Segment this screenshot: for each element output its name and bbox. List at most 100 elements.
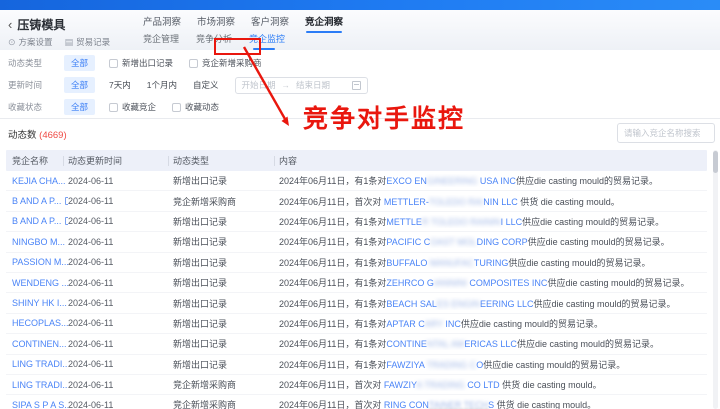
- search-input[interactable]: [617, 123, 715, 143]
- company-name-cell: LING TRADI...: [6, 380, 68, 390]
- table-row: LING TRADI... 2024-06-11 竞企新增采购商 2024年06…: [6, 375, 707, 396]
- option-7-days[interactable]: 7天内: [109, 79, 131, 91]
- company-name-link[interactable]: LING TRADI...: [12, 359, 68, 369]
- filter-all-pill[interactable]: 全部: [64, 77, 96, 93]
- option-custom[interactable]: 自定义: [193, 79, 219, 91]
- copy-icon[interactable]: [65, 196, 68, 206]
- checkbox-label: 竞企新增采购商: [202, 58, 262, 68]
- content-company-link[interactable]: I LLC: [501, 217, 523, 227]
- checkbox-new-export-record[interactable]: 新增出口记录: [109, 57, 173, 69]
- company-name-link[interactable]: LING TRADI...: [12, 380, 68, 390]
- start-date-placeholder[interactable]: 开始日期: [242, 79, 276, 91]
- content-company-redacted: R TOLEDO RAININ: [421, 216, 501, 227]
- content-company-link[interactable]: NIN LLC: [483, 197, 518, 207]
- content-company-link[interactable]: COMPOSITES INC: [469, 278, 547, 288]
- content-company-link[interactable]: RING CON: [384, 400, 429, 409]
- content-company-link[interactable]: METTLER-: [384, 197, 429, 207]
- company-name-link[interactable]: KEJIA CHA...: [12, 176, 66, 186]
- back-chevron-icon[interactable]: ‹: [8, 18, 12, 31]
- calendar-icon[interactable]: [351, 80, 361, 90]
- trade-records-button[interactable]: ▤ 贸易记录: [65, 36, 111, 48]
- tab-competitor-insight[interactable]: 竞企洞察: [305, 14, 343, 33]
- tab-product-insight[interactable]: 产品洞察: [143, 14, 181, 32]
- scrollbar-track[interactable]: [713, 150, 718, 409]
- content-company-link[interactable]: ZEHRCO G: [386, 278, 434, 288]
- content-suffix: 供货 die casting mould。: [517, 196, 620, 207]
- scrollbar-thumb[interactable]: [713, 151, 718, 173]
- checkbox-favorite-dynamic[interactable]: 收藏动态: [172, 101, 219, 113]
- content-company-redacted: TAINER TECH: [428, 400, 489, 409]
- content-suffix: 供货 die casting mould。: [494, 400, 597, 409]
- content-company-link[interactable]: APTAR C: [386, 319, 424, 329]
- content-suffix: 供应die casting mould的贸易记录。: [508, 257, 651, 268]
- content-company-link[interactable]: INC: [445, 319, 461, 329]
- update-time-cell: 2024-06-11: [68, 399, 114, 409]
- company-name-link[interactable]: CONTINEN...: [12, 339, 67, 349]
- content-company-link[interactable]: EERING LLC: [480, 299, 534, 309]
- company-name-link[interactable]: WENDENG ...: [12, 278, 68, 288]
- content-prefix: 2024年06月11日，有1条对: [279, 359, 387, 370]
- company-name-cell: HECOPLAS...: [6, 318, 68, 328]
- content-company-redacted: OAST MOL: [430, 237, 477, 248]
- content-company-link[interactable]: DING CORP: [477, 237, 528, 247]
- content-suffix: 供应die casting mould的贸易记录。: [460, 318, 603, 329]
- company-name-link[interactable]: SIPA S P A S...: [12, 400, 68, 409]
- company-name-link[interactable]: HECOPLAS...: [12, 318, 68, 328]
- filter-all-pill[interactable]: 全部: [64, 55, 96, 71]
- checkbox-icon[interactable]: [189, 58, 199, 68]
- header-actions: ⊙ 方案设置 ▤ 贸易记录: [8, 36, 110, 48]
- content-company-link[interactable]: EXCO EN: [386, 176, 427, 186]
- content-cell: 2024年06月11日，有1条对BEACH SALES ENGINEERING …: [279, 297, 707, 310]
- company-name-link[interactable]: B AND A P...: [12, 216, 61, 226]
- checkbox-favorite-competitor[interactable]: 收藏竞企: [109, 101, 156, 113]
- content-company-link[interactable]: ERICAS LLC: [464, 339, 517, 349]
- company-name-link[interactable]: NINGBO M...: [12, 237, 65, 247]
- annotation-text: 竞争对手监控: [303, 105, 466, 133]
- content-cell: 2024年06月11日，有1条对PACIFIC COAST MOLDING CO…: [279, 235, 707, 248]
- content-prefix: 2024年06月11日，有1条对: [279, 339, 387, 350]
- content-suffix: 供应die casting mould的贸易记录。: [527, 237, 670, 248]
- content-company-link[interactable]: FAWZIYA: [386, 360, 424, 370]
- table-row: NINGBO M... 2024-06-11 新增出口记录 2024年06月11…: [6, 232, 707, 253]
- content-company-link[interactable]: CO LTD: [467, 380, 499, 390]
- content-company-link[interactable]: BEACH SAL: [386, 299, 437, 309]
- tab-market-insight[interactable]: 市场洞察: [197, 14, 235, 32]
- content-company-link[interactable]: CONTINE: [386, 339, 427, 349]
- checkbox-icon[interactable]: [172, 102, 182, 112]
- dynamic-count-value: (4669): [39, 130, 67, 141]
- filter-row-update-time: 更新时间 全部 7天内 1个月内 自定义 开始日期 → 结束日期: [0, 76, 720, 94]
- update-time-cell: 2024-06-11: [68, 338, 114, 349]
- app-screen: ‹ 压铸模具 ⊙ 方案设置 ▤ 贸易记录 产品洞察 市场洞察 客户洞察 竞企洞察…: [0, 0, 720, 409]
- column-header-dynamic-type[interactable]: 动态类型: [173, 154, 279, 167]
- checkbox-icon[interactable]: [109, 58, 119, 68]
- copy-icon[interactable]: [65, 216, 68, 226]
- company-name-link[interactable]: PASSION M...: [12, 257, 68, 267]
- table-row: B AND A P... 2024-06-11 竞企新增采购商 2024年06月…: [6, 191, 707, 212]
- company-name-link[interactable]: SHINY HK I...: [12, 298, 67, 308]
- date-range-picker[interactable]: 开始日期 → 结束日期: [234, 76, 368, 94]
- update-time-cell: 2024-06-11: [68, 277, 114, 288]
- option-1-month[interactable]: 1个月内: [147, 79, 177, 91]
- content-suffix: 供应die casting mould的贸易记录。: [515, 176, 658, 187]
- content-company-link[interactable]: PACIFIC C: [386, 237, 430, 247]
- checkbox-icon[interactable]: [109, 102, 119, 112]
- content-company-link[interactable]: FAWZIY: [384, 380, 417, 390]
- checkbox-new-buyer[interactable]: 竞企新增采购商: [189, 57, 262, 69]
- checkbox-label: 收藏竞企: [122, 102, 157, 112]
- column-header-company[interactable]: 竞企名称: [6, 154, 68, 167]
- tab-customer-insight[interactable]: 客户洞察: [251, 14, 289, 32]
- content-cell: 2024年06月11日，有1条对CONTINENTAL AMERICAS LLC…: [279, 337, 707, 350]
- plan-settings-button[interactable]: ⊙ 方案设置: [8, 36, 53, 48]
- filter-all-pill[interactable]: 全部: [64, 99, 96, 115]
- content-company-link[interactable]: BUFFALO: [386, 258, 427, 268]
- table-row: LING TRADI... 2024-06-11 新增出口记录 2024年06月…: [6, 355, 707, 375]
- content-company-link[interactable]: TURING: [474, 258, 509, 268]
- column-header-update-time[interactable]: 动态更新时间: [68, 154, 173, 167]
- end-date-placeholder[interactable]: 结束日期: [296, 79, 330, 91]
- company-name-link[interactable]: B AND A P...: [12, 196, 61, 206]
- content-company-link[interactable]: USA INC: [480, 176, 516, 186]
- subtab-competitor-management[interactable]: 竞企管理: [143, 32, 179, 49]
- content-cell: 2024年06月11日，有1条对APTAR CARY INC供应die cast…: [279, 317, 707, 330]
- update-time-cell: 2024-06-11: [68, 196, 114, 207]
- content-company-link[interactable]: METTLE: [386, 217, 422, 227]
